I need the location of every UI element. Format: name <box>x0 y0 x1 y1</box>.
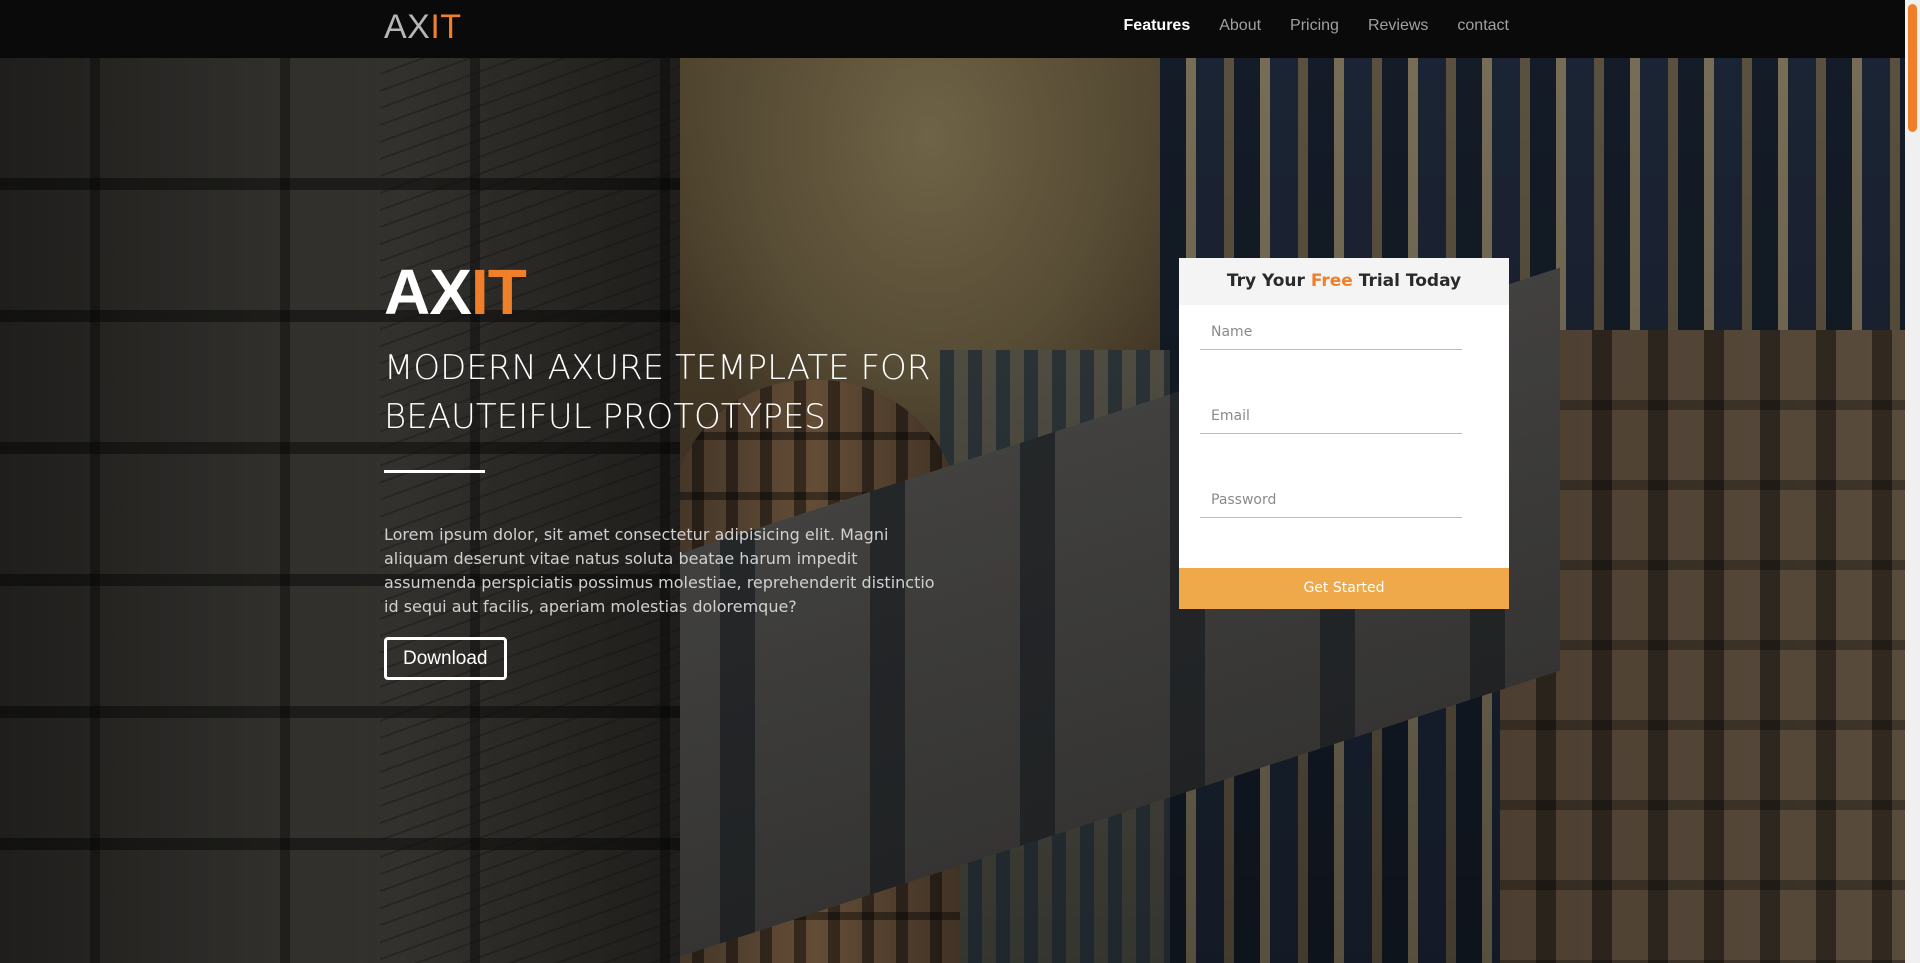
email-field-wrap <box>1200 398 1462 434</box>
trial-title-suffix: Trial Today <box>1352 271 1462 291</box>
download-button[interactable]: Download <box>384 637 507 680</box>
name-field-wrap <box>1200 314 1462 350</box>
nav-link-features[interactable]: Features <box>1124 17 1191 35</box>
scrollbar-thumb[interactable] <box>1908 4 1917 132</box>
nav-logo[interactable]: AXIT <box>384 8 462 47</box>
password-field-wrap <box>1200 482 1462 518</box>
page-scrollbar[interactable] <box>1905 0 1920 963</box>
nav-logo-ax: AX <box>384 8 431 46</box>
trial-title-free: Free <box>1310 271 1353 291</box>
hero-headline: MODERN AXURE TEMPLATE FOR BEAUTEIFUL PRO… <box>384 344 964 442</box>
hero-content: AXIT MODERN AXURE TEMPLATE FOR BEAUTEIFU… <box>384 260 964 680</box>
nav-link-reviews[interactable]: Reviews <box>1368 17 1428 35</box>
hero-headline-line2: BEAUTEIFUL PROTOTYPES <box>384 397 826 437</box>
nav-logo-it: IT <box>430 8 462 46</box>
password-input[interactable] <box>1200 482 1462 518</box>
nav-links: Features About Pricing Reviews contact <box>1124 17 1509 35</box>
page: AXIT Features About Pricing Reviews cont… <box>0 0 1905 963</box>
hero-logo: AXIT <box>384 260 964 324</box>
name-input[interactable] <box>1200 314 1462 350</box>
hero-description: Lorem ipsum dolor, sit amet consectetur … <box>384 525 935 616</box>
trial-signup-form: Try Your Free Trial Today Get Started <box>1179 258 1509 609</box>
navbar: AXIT Features About Pricing Reviews cont… <box>0 0 1905 58</box>
hero-logo-ax: AX <box>384 256 472 328</box>
hero-logo-it: IT <box>470 256 527 328</box>
hero-divider <box>384 470 485 473</box>
trial-form-title: Try Your Free Trial Today <box>1179 258 1509 305</box>
email-input[interactable] <box>1200 398 1462 434</box>
nav-link-contact[interactable]: contact <box>1457 17 1509 35</box>
get-started-button[interactable]: Get Started <box>1179 568 1509 609</box>
nav-link-about[interactable]: About <box>1219 17 1261 35</box>
trial-title-prefix: Try Your <box>1226 271 1311 291</box>
nav-link-pricing[interactable]: Pricing <box>1290 17 1339 35</box>
hero-headline-line1: MODERN AXURE TEMPLATE FOR <box>384 348 931 388</box>
